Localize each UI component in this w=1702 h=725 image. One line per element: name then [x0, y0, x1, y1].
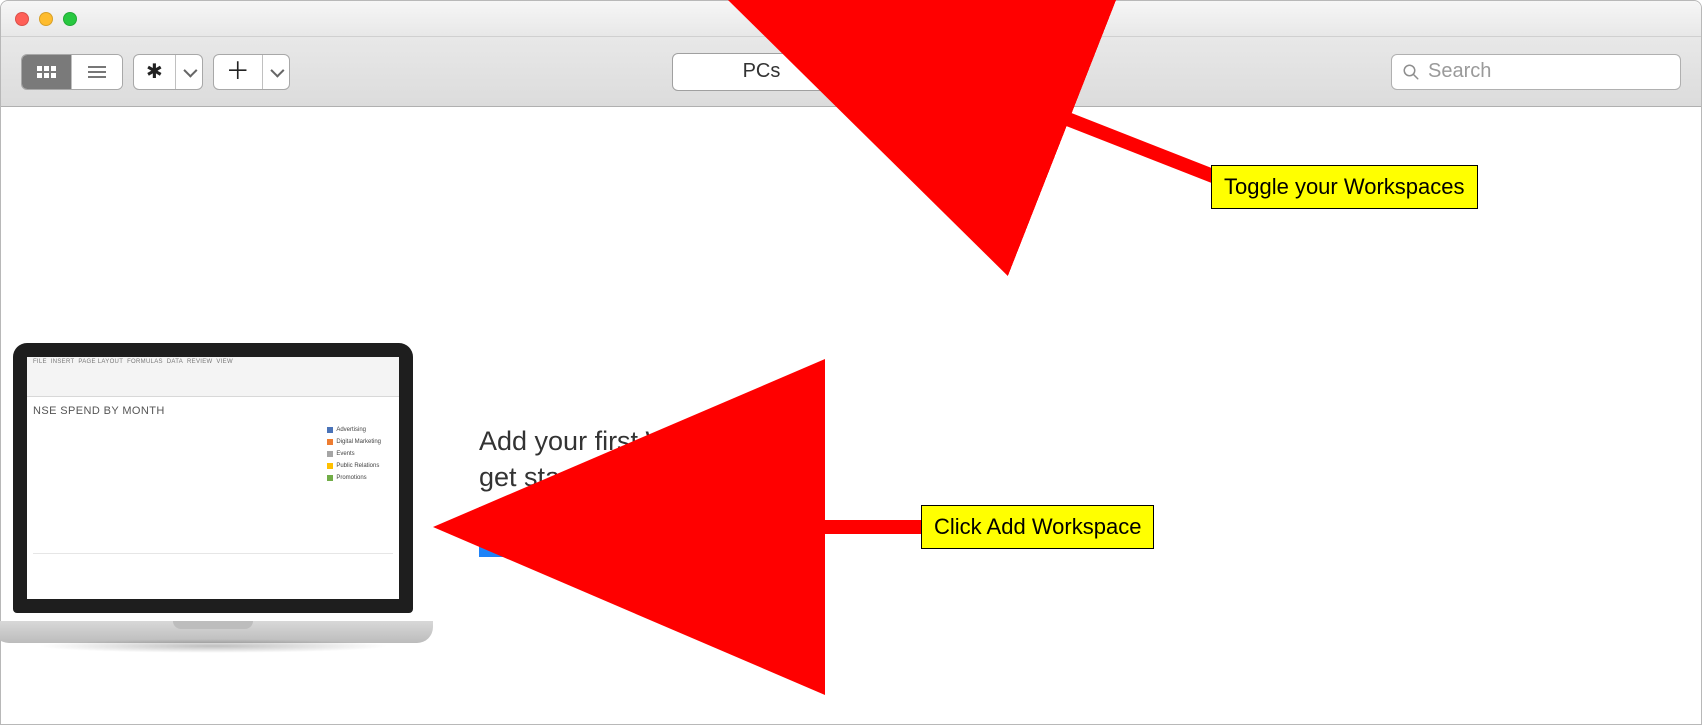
view-mode-segment	[21, 54, 123, 90]
search-field[interactable]	[1391, 54, 1681, 90]
toolbar: ✱ ＋ PCs Workspaces	[1, 37, 1701, 107]
main-tabs: PCs Workspaces	[672, 53, 1030, 91]
chevron-down-icon	[183, 63, 197, 77]
window-controls	[1, 12, 77, 26]
list-view-button[interactable]	[72, 55, 122, 89]
annotation-toggle-workspaces: Toggle your Workspaces	[1211, 165, 1478, 209]
search-icon	[1402, 63, 1420, 81]
list-icon	[88, 66, 106, 78]
settings-menu-button[interactable]: ✱	[133, 54, 203, 90]
search-input[interactable]	[1428, 60, 1670, 83]
close-window-button[interactable]	[15, 12, 29, 26]
grid-view-button[interactable]	[22, 55, 72, 89]
minimize-window-button[interactable]	[39, 12, 53, 26]
add-menu-button[interactable]: ＋	[213, 54, 290, 90]
annotation-click-add-workspace: Click Add Workspace	[921, 505, 1154, 549]
app-window: Microsoft Remote Desktop ✱ ＋ PC	[0, 0, 1702, 725]
gear-icon: ✱	[146, 59, 163, 84]
grid-icon	[37, 66, 56, 78]
window-title: Microsoft Remote Desktop	[1, 9, 1701, 29]
tab-workspaces[interactable]: Workspaces	[851, 54, 1029, 90]
tab-pcs[interactable]: PCs	[673, 54, 851, 90]
laptop-illustration: FILE INSERT PAGE LAYOUT FORMULAS DATA RE…	[0, 343, 433, 643]
zoom-window-button[interactable]	[63, 12, 77, 26]
add-workspace-button[interactable]: Add Workspace	[479, 507, 690, 557]
content-area: FILE INSERT PAGE LAYOUT FORMULAS DATA RE…	[1, 107, 1701, 724]
annotation-arrow-add	[721, 497, 941, 557]
chevron-down-icon	[270, 63, 284, 77]
search-container	[1391, 54, 1681, 90]
empty-state-text: Add your first Workspace to get started.	[479, 423, 810, 496]
titlebar: Microsoft Remote Desktop	[1, 1, 1701, 37]
toolbar-left-group: ✱ ＋	[21, 54, 290, 90]
